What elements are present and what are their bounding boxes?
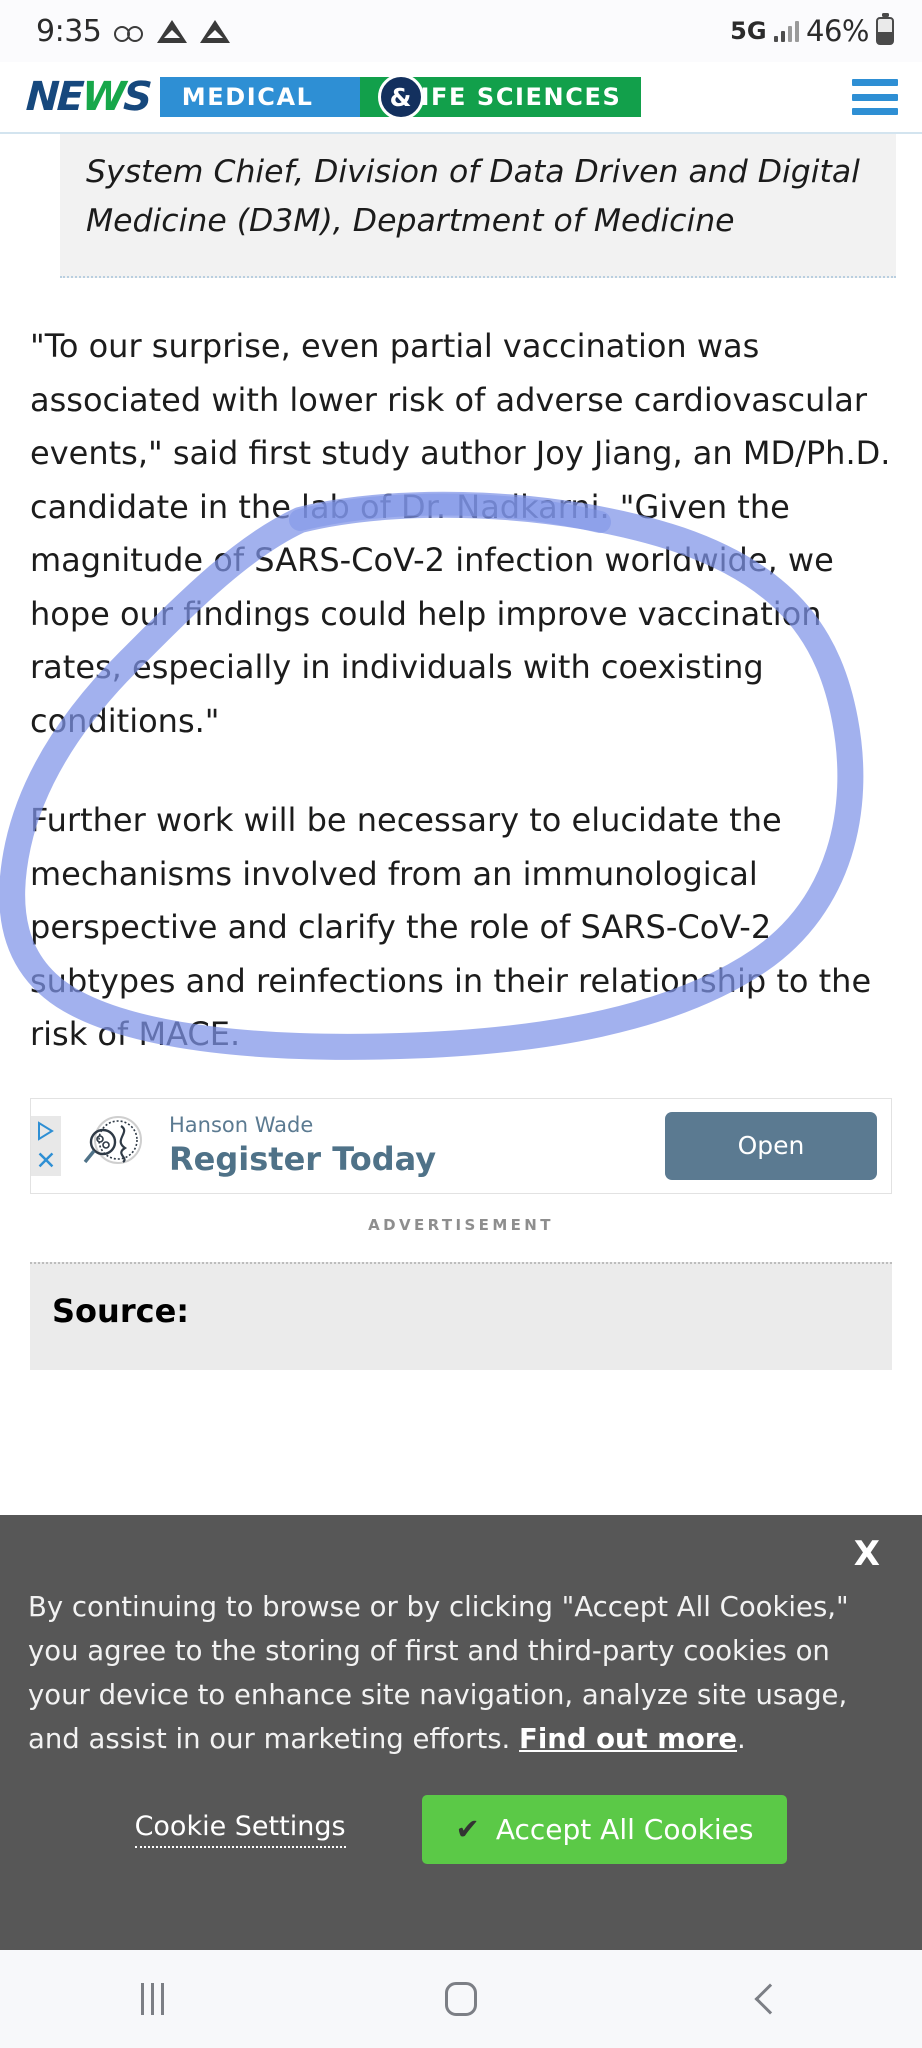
back-chevron-icon[interactable] <box>754 1983 786 2015</box>
advertisement-label: ADVERTISEMENT <box>368 1215 554 1234</box>
logo-bands: MEDICAL & LIFE SCIENCES <box>159 74 642 120</box>
advertisement-banner[interactable]: ✕ Hanson Wade Register Today Open <box>30 1097 892 1194</box>
cookie-settings-button[interactable]: Cookie Settings <box>134 1811 346 1848</box>
quote-attribution-text: System Chief, Division of Data Driven an… <box>86 154 860 239</box>
logo-ampersand-circle: & <box>377 74 424 120</box>
status-bar-right: 5G 46% <box>730 13 894 48</box>
logo-life-sciences-text: LIFE SCIENCES <box>403 83 622 111</box>
logo-medical-band: MEDICAL <box>159 77 360 117</box>
adchoices-triangle-icon[interactable] <box>31 1115 61 1146</box>
advertisement-brand: Hanson Wade <box>169 1113 314 1138</box>
article-content: System Chief, Division of Data Driven an… <box>0 134 922 1370</box>
article-body: "To our surprise, even partial vaccinati… <box>0 320 922 1062</box>
logo-news-text: NEWS <box>24 74 151 120</box>
signal-bars-icon <box>773 20 800 42</box>
source-box: Source: <box>30 1261 892 1370</box>
advertisement-controls: ✕ <box>31 1115 61 1176</box>
voicemail-icon <box>114 24 144 42</box>
delta-triangle-icon-2 <box>200 19 231 43</box>
source-heading: Source: <box>52 1291 190 1330</box>
network-type-label: 5G <box>730 17 767 45</box>
recents-icon[interactable] <box>140 1983 164 2015</box>
cookie-consent-banner: X By continuing to browse or by clicking… <box>0 1515 922 1950</box>
article-paragraph-1: "To our surprise, even partial vaccinati… <box>30 327 891 740</box>
advertisement-text: Hanson Wade Register Today <box>169 1112 665 1178</box>
logo-medical-text: MEDICAL <box>181 83 314 111</box>
article-paragraph-2: Further work will be necessary to elucid… <box>30 801 872 1053</box>
source-section: Source: <box>30 1261 892 1370</box>
accept-all-cookies-label: Accept All Cookies <box>495 1813 754 1846</box>
checkmark-icon: ✔ <box>455 1812 480 1846</box>
site-header: NEWS MEDICAL & LIFE SCIENCES <box>0 62 922 134</box>
android-navigation-bar <box>0 1950 922 2048</box>
cookie-banner-actions: Cookie Settings ✔ Accept All Cookies <box>28 1795 894 1864</box>
cookie-text-suffix: . <box>737 1723 746 1755</box>
cookie-banner-text: By continuing to browse or by clicking "… <box>28 1585 894 1761</box>
hamburger-menu-icon[interactable] <box>852 79 898 115</box>
quote-attribution-box: System Chief, Division of Data Driven an… <box>60 134 896 278</box>
home-icon[interactable] <box>445 1982 478 2016</box>
status-bar: 9:35 5G 46% <box>0 0 922 62</box>
site-logo[interactable]: NEWS MEDICAL & LIFE SCIENCES <box>24 74 834 120</box>
battery-icon <box>876 13 894 45</box>
status-bar-left: 9:35 <box>36 13 231 49</box>
clock-time: 9:35 <box>36 13 102 49</box>
advertisement-section: ✕ Hanson Wade Register Today Open ADVERT… <box>0 1097 922 1234</box>
delta-triangle-icon-1 <box>157 19 188 43</box>
battery-percent-label: 46% <box>806 14 869 48</box>
cookie-banner-close-icon[interactable]: X <box>28 1537 894 1571</box>
advertisement-logo-magnifier-dna-circle-icon <box>81 1112 147 1179</box>
advertisement-headline: Register Today <box>169 1139 437 1178</box>
cookie-find-out-more-link[interactable]: Find out more <box>519 1723 737 1755</box>
advertisement-close-x-icon[interactable]: ✕ <box>31 1145 61 1176</box>
advertisement-open-button[interactable]: Open <box>665 1111 877 1180</box>
accept-all-cookies-button[interactable]: ✔ Accept All Cookies <box>421 1795 788 1864</box>
